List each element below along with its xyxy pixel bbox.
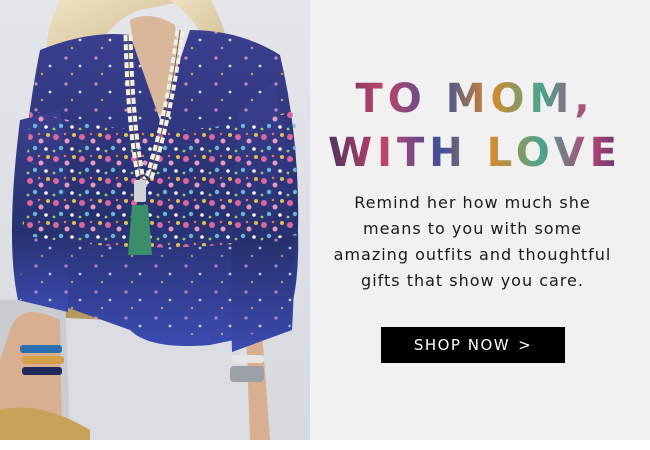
headline-line-1: TO MOM, xyxy=(310,72,640,126)
chevron-right-icon: > xyxy=(518,336,533,354)
shop-now-button[interactable]: SHOP NOW > xyxy=(381,327,565,363)
promo-body-text: Remind her how much she means to you wit… xyxy=(333,193,612,290)
model-photo xyxy=(0,0,310,440)
headline: TO MOM, WITH LOVE xyxy=(310,72,640,180)
shop-now-label: SHOP NOW xyxy=(413,336,511,354)
promo-banner[interactable]: TO MOM, WITH LOVE Remind her how much sh… xyxy=(0,0,650,440)
headline-line-2: WITH LOVE xyxy=(310,126,640,180)
